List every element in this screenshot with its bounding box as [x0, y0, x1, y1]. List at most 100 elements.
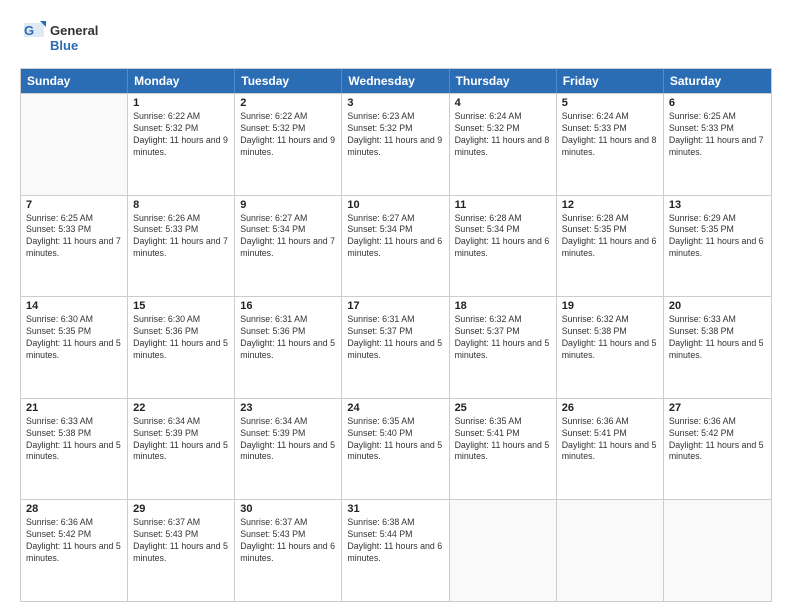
week-row-5: 28 Sunrise: 6:36 AMSunset: 5:42 PMDaylig… — [21, 499, 771, 601]
day-info: Sunrise: 6:25 AMSunset: 5:33 PMDaylight:… — [26, 213, 122, 261]
day-info: Sunrise: 6:27 AMSunset: 5:34 PMDaylight:… — [240, 213, 336, 261]
calendar-body: 1 Sunrise: 6:22 AMSunset: 5:32 PMDayligh… — [21, 93, 771, 601]
weekday-header-thursday: Thursday — [450, 69, 557, 93]
day-number: 6 — [669, 97, 766, 109]
day-number: 22 — [133, 402, 229, 414]
day-info: Sunrise: 6:32 AMSunset: 5:37 PMDaylight:… — [455, 314, 551, 362]
weekday-header-monday: Monday — [128, 69, 235, 93]
cal-cell-w4-d7: 27 Sunrise: 6:36 AMSunset: 5:42 PMDaylig… — [664, 399, 771, 500]
cal-cell-w2-d6: 12 Sunrise: 6:28 AMSunset: 5:35 PMDaylig… — [557, 196, 664, 297]
cal-cell-w1-d2: 1 Sunrise: 6:22 AMSunset: 5:32 PMDayligh… — [128, 94, 235, 195]
cal-cell-w4-d5: 25 Sunrise: 6:35 AMSunset: 5:41 PMDaylig… — [450, 399, 557, 500]
day-info: Sunrise: 6:24 AMSunset: 5:32 PMDaylight:… — [455, 111, 551, 159]
calendar: SundayMondayTuesdayWednesdayThursdayFrid… — [20, 68, 772, 602]
cal-cell-w4-d3: 23 Sunrise: 6:34 AMSunset: 5:39 PMDaylig… — [235, 399, 342, 500]
calendar-header: SundayMondayTuesdayWednesdayThursdayFrid… — [21, 69, 771, 93]
day-number: 11 — [455, 199, 551, 211]
week-row-2: 7 Sunrise: 6:25 AMSunset: 5:33 PMDayligh… — [21, 195, 771, 297]
cal-cell-w1-d1 — [21, 94, 128, 195]
day-info: Sunrise: 6:27 AMSunset: 5:34 PMDaylight:… — [347, 213, 443, 261]
day-number: 30 — [240, 503, 336, 515]
day-number: 21 — [26, 402, 122, 414]
day-number: 26 — [562, 402, 658, 414]
week-row-3: 14 Sunrise: 6:30 AMSunset: 5:35 PMDaylig… — [21, 296, 771, 398]
cal-cell-w2-d5: 11 Sunrise: 6:28 AMSunset: 5:34 PMDaylig… — [450, 196, 557, 297]
day-info: Sunrise: 6:34 AMSunset: 5:39 PMDaylight:… — [133, 416, 229, 464]
cal-cell-w4-d1: 21 Sunrise: 6:33 AMSunset: 5:38 PMDaylig… — [21, 399, 128, 500]
cal-cell-w4-d2: 22 Sunrise: 6:34 AMSunset: 5:39 PMDaylig… — [128, 399, 235, 500]
cal-cell-w5-d3: 30 Sunrise: 6:37 AMSunset: 5:43 PMDaylig… — [235, 500, 342, 601]
week-row-1: 1 Sunrise: 6:22 AMSunset: 5:32 PMDayligh… — [21, 93, 771, 195]
logo: General Blue G — [20, 18, 110, 58]
cal-cell-w1-d6: 5 Sunrise: 6:24 AMSunset: 5:33 PMDayligh… — [557, 94, 664, 195]
day-info: Sunrise: 6:35 AMSunset: 5:40 PMDaylight:… — [347, 416, 443, 464]
day-info: Sunrise: 6:30 AMSunset: 5:36 PMDaylight:… — [133, 314, 229, 362]
cal-cell-w4-d4: 24 Sunrise: 6:35 AMSunset: 5:40 PMDaylig… — [342, 399, 449, 500]
day-number: 3 — [347, 97, 443, 109]
cal-cell-w4-d6: 26 Sunrise: 6:36 AMSunset: 5:41 PMDaylig… — [557, 399, 664, 500]
day-number: 25 — [455, 402, 551, 414]
day-number: 31 — [347, 503, 443, 515]
day-info: Sunrise: 6:25 AMSunset: 5:33 PMDaylight:… — [669, 111, 766, 159]
day-info: Sunrise: 6:22 AMSunset: 5:32 PMDaylight:… — [133, 111, 229, 159]
week-row-4: 21 Sunrise: 6:33 AMSunset: 5:38 PMDaylig… — [21, 398, 771, 500]
day-number: 20 — [669, 300, 766, 312]
day-number: 7 — [26, 199, 122, 211]
cal-cell-w3-d5: 18 Sunrise: 6:32 AMSunset: 5:37 PMDaylig… — [450, 297, 557, 398]
day-info: Sunrise: 6:29 AMSunset: 5:35 PMDaylight:… — [669, 213, 766, 261]
day-number: 14 — [26, 300, 122, 312]
weekday-header-tuesday: Tuesday — [235, 69, 342, 93]
day-info: Sunrise: 6:31 AMSunset: 5:37 PMDaylight:… — [347, 314, 443, 362]
day-info: Sunrise: 6:26 AMSunset: 5:33 PMDaylight:… — [133, 213, 229, 261]
cal-cell-w3-d6: 19 Sunrise: 6:32 AMSunset: 5:38 PMDaylig… — [557, 297, 664, 398]
day-info: Sunrise: 6:32 AMSunset: 5:38 PMDaylight:… — [562, 314, 658, 362]
cal-cell-w3-d2: 15 Sunrise: 6:30 AMSunset: 5:36 PMDaylig… — [128, 297, 235, 398]
day-info: Sunrise: 6:36 AMSunset: 5:42 PMDaylight:… — [26, 517, 122, 565]
cal-cell-w1-d7: 6 Sunrise: 6:25 AMSunset: 5:33 PMDayligh… — [664, 94, 771, 195]
day-info: Sunrise: 6:30 AMSunset: 5:35 PMDaylight:… — [26, 314, 122, 362]
cal-cell-w2-d4: 10 Sunrise: 6:27 AMSunset: 5:34 PMDaylig… — [342, 196, 449, 297]
cal-cell-w3-d1: 14 Sunrise: 6:30 AMSunset: 5:35 PMDaylig… — [21, 297, 128, 398]
cal-cell-w5-d4: 31 Sunrise: 6:38 AMSunset: 5:44 PMDaylig… — [342, 500, 449, 601]
day-number: 19 — [562, 300, 658, 312]
day-number: 18 — [455, 300, 551, 312]
day-number: 29 — [133, 503, 229, 515]
cal-cell-w1-d5: 4 Sunrise: 6:24 AMSunset: 5:32 PMDayligh… — [450, 94, 557, 195]
day-info: Sunrise: 6:31 AMSunset: 5:36 PMDaylight:… — [240, 314, 336, 362]
day-number: 28 — [26, 503, 122, 515]
cal-cell-w5-d6 — [557, 500, 664, 601]
day-number: 15 — [133, 300, 229, 312]
day-info: Sunrise: 6:35 AMSunset: 5:41 PMDaylight:… — [455, 416, 551, 464]
day-number: 16 — [240, 300, 336, 312]
svg-text:Blue: Blue — [50, 38, 78, 53]
day-number: 1 — [133, 97, 229, 109]
day-info: Sunrise: 6:37 AMSunset: 5:43 PMDaylight:… — [133, 517, 229, 565]
day-info: Sunrise: 6:33 AMSunset: 5:38 PMDaylight:… — [669, 314, 766, 362]
day-number: 10 — [347, 199, 443, 211]
day-number: 9 — [240, 199, 336, 211]
svg-text:General: General — [50, 23, 98, 38]
day-info: Sunrise: 6:28 AMSunset: 5:35 PMDaylight:… — [562, 213, 658, 261]
day-number: 13 — [669, 199, 766, 211]
cal-cell-w2-d1: 7 Sunrise: 6:25 AMSunset: 5:33 PMDayligh… — [21, 196, 128, 297]
cal-cell-w5-d2: 29 Sunrise: 6:37 AMSunset: 5:43 PMDaylig… — [128, 500, 235, 601]
day-number: 8 — [133, 199, 229, 211]
logo-svg: General Blue G — [20, 18, 110, 58]
cal-cell-w3-d3: 16 Sunrise: 6:31 AMSunset: 5:36 PMDaylig… — [235, 297, 342, 398]
day-number: 2 — [240, 97, 336, 109]
day-number: 4 — [455, 97, 551, 109]
day-info: Sunrise: 6:34 AMSunset: 5:39 PMDaylight:… — [240, 416, 336, 464]
cal-cell-w2-d7: 13 Sunrise: 6:29 AMSunset: 5:35 PMDaylig… — [664, 196, 771, 297]
day-info: Sunrise: 6:24 AMSunset: 5:33 PMDaylight:… — [562, 111, 658, 159]
weekday-header-saturday: Saturday — [664, 69, 771, 93]
page: General Blue G SundayMondayTuesdayWednes… — [0, 0, 792, 612]
header: General Blue G — [20, 18, 772, 58]
day-info: Sunrise: 6:22 AMSunset: 5:32 PMDaylight:… — [240, 111, 336, 159]
day-info: Sunrise: 6:38 AMSunset: 5:44 PMDaylight:… — [347, 517, 443, 565]
day-info: Sunrise: 6:28 AMSunset: 5:34 PMDaylight:… — [455, 213, 551, 261]
weekday-header-sunday: Sunday — [21, 69, 128, 93]
cal-cell-w2-d3: 9 Sunrise: 6:27 AMSunset: 5:34 PMDayligh… — [235, 196, 342, 297]
day-number: 23 — [240, 402, 336, 414]
weekday-header-wednesday: Wednesday — [342, 69, 449, 93]
day-number: 5 — [562, 97, 658, 109]
